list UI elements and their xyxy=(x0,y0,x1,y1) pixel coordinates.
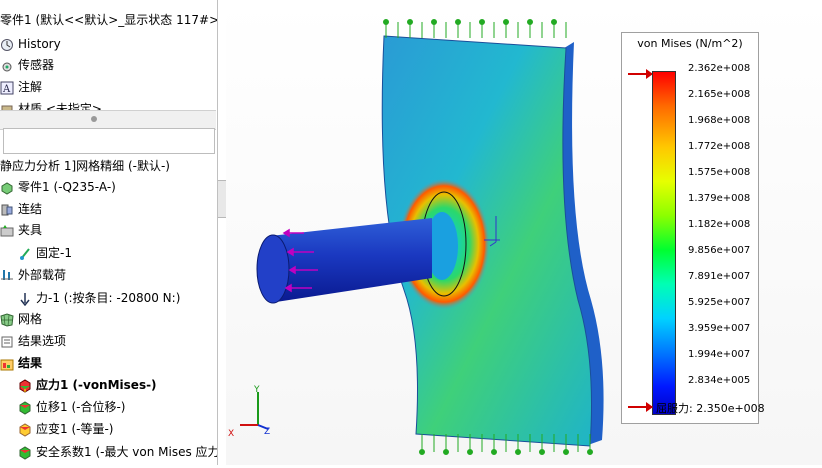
part-icon xyxy=(0,181,14,195)
factor-of-safety-icon xyxy=(18,445,32,460)
tree-item-factor-of-safety-1[interactable]: 安全系数1 (-最大 von Mises 应力 xyxy=(18,442,218,462)
sensor-icon xyxy=(0,59,14,73)
triad-x-label: X xyxy=(228,429,234,439)
legend-tick: 2.834e+005 xyxy=(688,375,751,386)
connection-icon xyxy=(0,203,14,217)
external-load-icon xyxy=(0,269,14,283)
force-arrow-icon xyxy=(18,292,32,306)
legend-tick: 1.994e+007 xyxy=(688,349,751,360)
tree-item-mesh[interactable]: 网格 xyxy=(0,309,42,329)
tree-item-stress-1[interactable]: 应力1 (-vonMises-) xyxy=(18,375,157,395)
color-scale-bar xyxy=(652,71,676,415)
legend-tick: 9.856e+007 xyxy=(688,245,751,256)
legend-tick: 2.362e+008 xyxy=(688,63,751,74)
fixture-icon xyxy=(0,224,14,238)
feature-manager-tree: 零件1 (默认<<默认>_显示状态 117#>) History 传感器 A 注解… xyxy=(0,0,218,465)
tree-item-external-loads[interactable]: 外部载荷 xyxy=(0,265,66,285)
legend-tick: 2.165e+008 xyxy=(688,89,751,100)
shaft-end-face xyxy=(256,234,290,304)
legend-title: von Mises (N/m^2) xyxy=(637,37,743,50)
tree-item-history[interactable]: History xyxy=(0,34,61,54)
part-title[interactable]: 零件1 (默认<<默认>_显示状态 117#>) xyxy=(0,10,218,30)
stress-plot-icon xyxy=(18,378,32,393)
study-title[interactable]: 静应力分析 1]网格精细 (-默认-) xyxy=(0,156,170,176)
axis-triad: Y X Z xyxy=(228,385,270,439)
fixed-icon xyxy=(18,247,32,261)
legend-tick: 3.959e+007 xyxy=(688,323,751,334)
legend-tick: 1.379e+008 xyxy=(688,193,751,204)
svg-text:A: A xyxy=(2,84,11,95)
strain-plot-icon xyxy=(18,422,32,437)
triad-z-label: Z xyxy=(264,427,270,437)
tree-item-fixtures[interactable]: 夹具 xyxy=(0,220,42,240)
pane-divider xyxy=(217,0,218,465)
legend-tick: 5.925e+007 xyxy=(688,297,751,308)
tree-item-sensors[interactable]: 传感器 xyxy=(0,55,54,75)
yield-marker-arrow-icon xyxy=(628,402,653,412)
max-marker-arrow-icon xyxy=(628,69,653,79)
tree-item-strain-1[interactable]: 应变1 (-等量-) xyxy=(18,419,113,439)
fixture-arrows-top xyxy=(383,19,567,38)
stress-legend[interactable]: von Mises (N/m^2) 2.362e+008 2.165e+008 … xyxy=(621,32,765,424)
history-icon xyxy=(0,38,14,52)
yield-strength-label: 屈服力: 2.350e+008 xyxy=(656,402,765,415)
tree-item-connections[interactable]: 连结 xyxy=(0,199,42,219)
result-options-icon xyxy=(0,335,14,349)
legend-tick: 1.968e+008 xyxy=(688,115,751,126)
results-folder-icon xyxy=(0,357,14,371)
tree-item-part[interactable]: 零件1 (-Q235-A-) xyxy=(0,177,116,197)
legend-tick: 7.891e+007 xyxy=(688,271,751,282)
mesh-icon xyxy=(0,312,14,327)
tree-item-result-options[interactable]: 结果选项 xyxy=(0,331,66,351)
splitter-grip-icon xyxy=(91,116,97,122)
tree-filter-input[interactable] xyxy=(3,128,215,154)
tree-item-fixed-1[interactable]: 固定-1 xyxy=(18,243,72,263)
tree-item-results[interactable]: 结果 xyxy=(0,353,42,373)
legend-tick: 1.575e+008 xyxy=(688,167,751,178)
displacement-plot-icon xyxy=(18,400,32,415)
annotation-icon: A xyxy=(0,81,14,95)
triad-y-label: Y xyxy=(253,385,260,395)
legend-tick: 1.772e+008 xyxy=(688,141,751,152)
pane-splitter[interactable] xyxy=(0,110,216,130)
legend-tick: 1.182e+008 xyxy=(688,219,751,230)
tree-item-force-1[interactable]: 力-1 (:按条目: -20800 N:) xyxy=(18,288,180,308)
tree-item-annotations[interactable]: A 注解 xyxy=(0,77,42,97)
tree-item-displacement-1[interactable]: 位移1 (-合位移-) xyxy=(18,397,125,417)
